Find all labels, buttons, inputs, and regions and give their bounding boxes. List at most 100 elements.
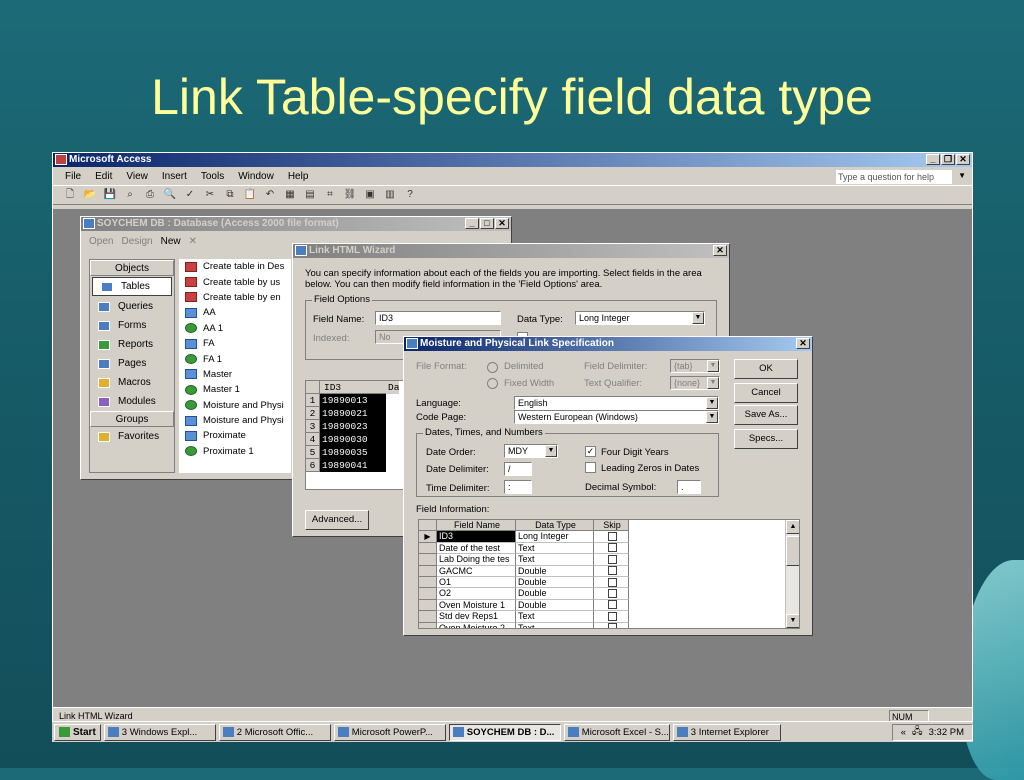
chevron-down-icon[interactable]: ▼ [706, 397, 718, 409]
undo-icon[interactable]: ↶ [263, 188, 277, 202]
open-icon[interactable]: 📂 [83, 188, 97, 202]
menu-tools[interactable]: Tools [201, 171, 224, 182]
decimal-symbol-input[interactable]: . [677, 480, 701, 494]
ok-button[interactable]: OK [734, 359, 798, 379]
save-as-button[interactable]: Save As... [734, 405, 798, 425]
table-row[interactable]: Oven Moisture 1 Double [419, 599, 799, 612]
column-header-skip[interactable]: Skip [594, 520, 629, 532]
list-item[interactable]: AA 1 [179, 321, 291, 336]
data-type-select[interactable]: Long Integer ▼ [575, 311, 705, 325]
print-icon[interactable]: ⎙ [143, 188, 157, 202]
skip-checkbox[interactable] [607, 611, 617, 621]
date-order-select[interactable]: MDY ▼ [504, 444, 558, 458]
skip-checkbox[interactable] [607, 554, 617, 564]
save-icon[interactable]: 💾 [103, 188, 117, 202]
column-header-data-type[interactable]: Data Type [516, 520, 594, 532]
cancel-button[interactable]: Cancel [734, 383, 798, 403]
text-qualifier-select[interactable]: {none} ▼ [670, 376, 720, 390]
new-button[interactable]: New [161, 236, 181, 247]
row-selector[interactable] [419, 554, 437, 566]
analyze-icon[interactable]: ▤ [303, 188, 317, 202]
field-delimiter-select[interactable]: {tab} ▼ [670, 359, 720, 373]
database-titlebar[interactable]: SOYCHEM DB : Database (Access 2000 file … [81, 217, 511, 231]
object-queries[interactable]: Queries [90, 297, 174, 316]
preview-row[interactable]: 2 19890021 [306, 407, 404, 420]
object-forms[interactable]: Forms [90, 316, 174, 335]
list-item[interactable]: Master 1 [179, 382, 291, 397]
row-selector[interactable] [419, 611, 437, 623]
clock[interactable]: 3:32 PM [929, 727, 964, 738]
table-row[interactable]: Date of the test Text [419, 542, 799, 555]
cut-icon[interactable]: ✂ [203, 188, 217, 202]
group-favorites[interactable]: Favorites [90, 427, 174, 446]
preview-row[interactable]: 4 19890030 [306, 433, 404, 446]
design-button[interactable]: Design [121, 236, 152, 247]
chevron-down-icon[interactable]: ▼ [707, 377, 719, 389]
wizard-close-button[interactable]: ✕ [713, 245, 727, 256]
chevron-down-icon[interactable]: ▼ [707, 360, 719, 372]
menu-help[interactable]: Help [288, 171, 309, 182]
close-button[interactable]: ✕ [956, 154, 970, 165]
fixed-width-radio[interactable] [487, 378, 498, 389]
table-row[interactable]: Oven Moisture 2 Text [419, 622, 799, 628]
row-selector[interactable] [419, 565, 437, 577]
paste-icon[interactable]: 📋 [243, 188, 257, 202]
scroll-down-icon[interactable]: ▼ [786, 614, 799, 628]
language-select[interactable]: English ▼ [514, 396, 719, 410]
table-row[interactable]: Std dev Reps1 Text [419, 611, 799, 623]
table-row[interactable]: ▶ ID3 Long Integer [419, 531, 799, 543]
list-item[interactable]: Moisture and Physi [179, 398, 291, 413]
start-button[interactable]: Start [54, 723, 101, 741]
skip-checkbox[interactable] [607, 577, 617, 587]
list-item[interactable]: Create table in Des [179, 259, 291, 274]
skip-checkbox[interactable] [607, 623, 617, 628]
row-selector[interactable] [419, 622, 437, 628]
row-selector[interactable] [419, 588, 437, 600]
open-button[interactable]: Open [89, 236, 113, 247]
column-header-field-name[interactable]: Field Name [437, 520, 516, 532]
preview-row[interactable]: 3 19890023 [306, 420, 404, 433]
advanced-button[interactable]: Advanced... [305, 510, 369, 530]
date-delimiter-input[interactable]: / [504, 462, 532, 476]
table-row[interactable]: Lab Doing the tes Text [419, 554, 799, 566]
tray-chevron-icon[interactable]: « [901, 727, 906, 738]
object-modules[interactable]: Modules [90, 392, 174, 411]
chevron-down-icon[interactable]: ▼ [545, 445, 557, 457]
menu-insert[interactable]: Insert [162, 171, 187, 182]
menu-view[interactable]: View [126, 171, 148, 182]
spec-titlebar[interactable]: Moisture and Physical Link Specification… [404, 337, 812, 351]
four-digit-years-checkbox[interactable]: ✓ [585, 446, 596, 457]
wizard-titlebar[interactable]: Link HTML Wizard ✕ [293, 244, 729, 258]
skip-checkbox[interactable] [607, 600, 617, 610]
skip-checkbox[interactable] [607, 543, 617, 553]
object-macros[interactable]: Macros [90, 373, 174, 392]
row-selector[interactable]: ▶ [419, 531, 437, 543]
network-icon[interactable]: 🖧 [912, 724, 923, 740]
minimize-button[interactable]: _ [926, 154, 940, 165]
relationships-icon[interactable]: ⛓ [343, 188, 357, 202]
specs-button[interactable]: Specs... [734, 429, 798, 449]
taskbar-button[interactable]: Microsoft PowerP... [333, 723, 446, 741]
object-tables[interactable]: Tables [92, 277, 172, 296]
db-minimize-button[interactable]: _ [465, 218, 479, 229]
help-icon[interactable]: ? [403, 188, 417, 202]
new-object-icon[interactable]: ▥ [383, 188, 397, 202]
code-page-select[interactable]: Western European (Windows) ▼ [514, 410, 719, 424]
chevron-down-icon[interactable]: ▼ [692, 312, 704, 324]
spelling-icon[interactable]: ✓ [183, 188, 197, 202]
list-item[interactable]: FA 1 [179, 351, 291, 366]
help-search-input[interactable]: Type a question for help [836, 170, 952, 184]
taskbar-button[interactable]: 3 Internet Explorer [672, 723, 781, 741]
menu-window[interactable]: Window [238, 171, 274, 182]
delimited-radio[interactable] [487, 362, 498, 373]
list-item[interactable]: FA [179, 336, 291, 351]
chevron-down-icon[interactable]: ▼ [706, 411, 718, 423]
scroll-up-icon[interactable]: ▲ [786, 520, 799, 534]
list-item[interactable]: Create table by en [179, 290, 291, 305]
list-item[interactable]: Proximate [179, 428, 291, 443]
help-dropdown-icon[interactable]: ▼ [958, 171, 966, 180]
leading-zeros-checkbox[interactable] [585, 462, 596, 473]
taskbar-button[interactable]: 2 Microsoft Offic... [218, 723, 331, 741]
menu-file[interactable]: File [65, 171, 81, 182]
table-row[interactable]: O1 Double [419, 576, 799, 589]
